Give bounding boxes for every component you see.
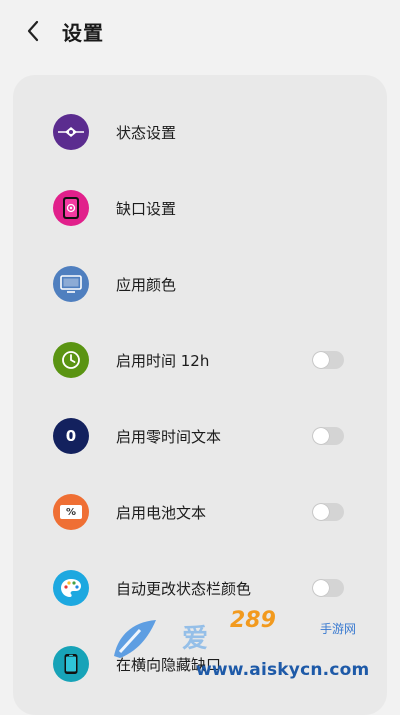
percent-glyph: %: [65, 506, 77, 518]
battery-percent-icon: %: [53, 494, 89, 530]
toggle-battery-text[interactable]: [312, 503, 344, 521]
setting-label: 启用时间 12h: [116, 352, 210, 370]
setting-row-auto-statusbar-color[interactable]: 自动更改状态栏颜色: [13, 551, 387, 627]
toggle-knob: [313, 352, 329, 368]
setting-label: 启用零时间文本: [116, 428, 222, 446]
settings-card: 状态设置 缺口设置 应用颜色 启用时间 12h 0 启用零时间文本 % 启用电池…: [13, 75, 387, 715]
setting-label: 应用颜色: [116, 276, 177, 294]
setting-label: 在横向隐藏缺口: [116, 656, 222, 674]
toggle-auto-statusbar-color[interactable]: [312, 579, 344, 597]
setting-row-12h-time[interactable]: 启用时间 12h: [13, 323, 387, 399]
phone-icon: [53, 646, 89, 682]
setting-row-app-color[interactable]: 应用颜色: [13, 247, 387, 323]
setting-row-status[interactable]: 状态设置: [13, 95, 387, 171]
setting-label: 自动更改状态栏颜色: [116, 580, 252, 598]
page-title: 设置: [62, 21, 104, 45]
toggle-knob: [313, 428, 329, 444]
status-settings-icon: [53, 114, 89, 150]
setting-row-battery-text[interactable]: % 启用电池文本: [13, 475, 387, 551]
zero-glyph: 0: [65, 427, 77, 445]
setting-label: 缺口设置: [116, 200, 177, 218]
clock-icon: [53, 342, 89, 378]
back-button[interactable]: [20, 18, 46, 44]
setting-row-hide-notch-landscape[interactable]: 在横向隐藏缺口: [13, 627, 387, 703]
setting-label: 状态设置: [116, 124, 177, 142]
monitor-icon: [53, 266, 89, 302]
toggle-knob: [313, 504, 329, 520]
toggle-zero-time-text[interactable]: [312, 427, 344, 445]
toggle-knob: [313, 580, 329, 596]
setting-row-zero-time-text[interactable]: 0 启用零时间文本: [13, 399, 387, 475]
zero-icon: 0: [53, 418, 89, 454]
notch-settings-icon: [53, 190, 89, 226]
setting-label: 启用电池文本: [116, 504, 207, 522]
palette-icon: [53, 570, 89, 606]
app-bar: 设置: [0, 0, 400, 62]
back-arrow-icon: [27, 20, 39, 42]
toggle-12h-time[interactable]: [312, 351, 344, 369]
setting-row-notch[interactable]: 缺口设置: [13, 171, 387, 247]
